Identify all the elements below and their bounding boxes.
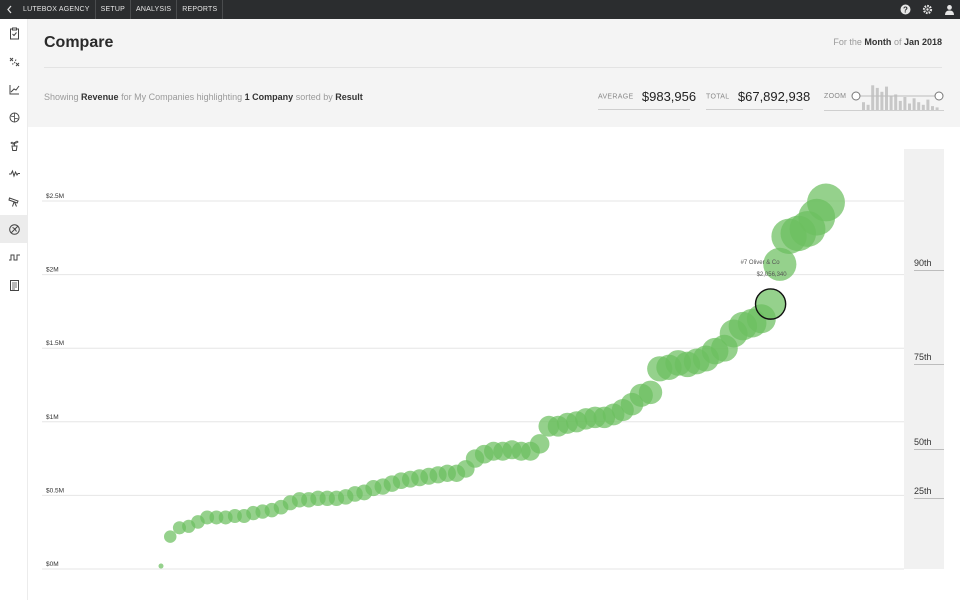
sort-selector[interactable]: Result	[335, 92, 363, 102]
company-bubble[interactable]	[638, 380, 663, 405]
report-icon[interactable]	[0, 271, 28, 299]
plant-pot-icon[interactable]	[0, 131, 28, 159]
help-icon[interactable]: ?	[894, 0, 916, 19]
total-label: TOTAL	[706, 93, 730, 101]
zoom-hist-bar	[862, 102, 865, 110]
for-text: for My Companies highlighting	[121, 92, 243, 102]
zoom-histogram	[851, 85, 944, 110]
zoom-control: ZOOM	[824, 81, 944, 111]
zoom-hist-bar	[903, 97, 907, 110]
tooltip-company-name: #7 Oliver & Co	[741, 260, 781, 266]
svg-text:?: ?	[903, 5, 908, 14]
zoom-hist-bar	[917, 102, 921, 110]
zoom-hist-bar	[931, 106, 934, 110]
percentile-label-50th: 50th	[914, 437, 944, 451]
showing-sentence: Showing Revenue for My Companies highlig…	[44, 92, 363, 102]
sidebar	[0, 19, 28, 600]
zoom-hist-bar	[880, 91, 884, 110]
total-stat: TOTAL $67,892,938	[706, 88, 810, 110]
nav-setup[interactable]: SETUP	[96, 0, 131, 19]
bubble-chart-svg: $0M $0.5M $1M $1.5M $2M $2.5M #7 Oliver & Co $2…	[42, 183, 904, 570]
total-value: $67,892,938	[737, 89, 811, 105]
period-unit[interactable]: Month	[864, 37, 891, 47]
zoom-hist-bar	[926, 99, 930, 110]
zoom-hist-bar	[889, 95, 893, 110]
clipboard-icon[interactable]	[0, 19, 28, 47]
brain-icon[interactable]	[0, 103, 28, 131]
period-selector: For the Month of Jan 2018	[833, 37, 942, 47]
header-panel: Compare For the Month of Jan 2018 Showin…	[28, 19, 960, 127]
y-tick-label: $0M	[46, 561, 59, 568]
showing-label: Showing	[44, 92, 79, 102]
compare-icon[interactable]	[0, 215, 28, 243]
company-bubble[interactable]	[807, 183, 845, 222]
wave-icon[interactable]	[0, 243, 28, 271]
average-label: AVERAGE	[598, 93, 634, 101]
user-icon[interactable]	[938, 0, 960, 19]
period-of: of	[893, 37, 902, 47]
y-tick-label: $0.5M	[46, 487, 64, 494]
sorted-text: sorted by	[295, 92, 333, 102]
zoom-hist-bar	[912, 98, 916, 110]
telescope-icon[interactable]	[0, 187, 28, 215]
plan-icon[interactable]	[0, 47, 28, 75]
zoom-hist-bar	[894, 94, 898, 110]
company-bubble[interactable]	[164, 530, 177, 543]
metric-selector[interactable]: Revenue	[81, 92, 119, 102]
compare-chart: $0M $0.5M $1M $1.5M $2M $2.5M #7 Oliver & Co $2…	[28, 127, 960, 600]
nav-agency[interactable]: LUTEBOX AGENCY	[18, 0, 96, 19]
company-bubble[interactable]	[529, 434, 550, 454]
y-tick-label: $2M	[46, 267, 59, 274]
tooltip-company-value: $2,056,340	[757, 272, 788, 278]
average-stat: AVERAGE $983,956	[598, 88, 696, 110]
percentile-label-75th: 75th	[914, 352, 944, 365]
zoom-handle-left[interactable]	[851, 91, 861, 101]
zoom-handle-right[interactable]	[934, 91, 944, 101]
zoom-hist-bar	[866, 104, 870, 110]
percentile-label-25th: 25th	[914, 486, 944, 499]
page-title: Compare	[44, 34, 114, 51]
zoom-hist-bar	[935, 107, 939, 110]
zoom-hist-bar	[885, 86, 888, 110]
period-prefix: For the	[833, 37, 862, 47]
y-tick-label: $1.5M	[46, 340, 64, 347]
back-chevron-icon[interactable]	[0, 0, 18, 19]
zoom-hist-bar	[898, 100, 902, 110]
nav-analysis[interactable]: ANALYSIS	[131, 0, 178, 19]
nav-reports[interactable]: REPORTS	[177, 0, 224, 19]
chart-line-icon[interactable]	[0, 75, 28, 103]
zoom-hist-bar	[875, 87, 879, 110]
zoom-hist-bar	[908, 103, 911, 110]
period-date[interactable]: Jan 2018	[904, 37, 942, 47]
gear-icon[interactable]	[916, 0, 938, 19]
highlight-selector[interactable]: 1 Company	[245, 92, 294, 102]
zoom-hist-bar	[871, 85, 875, 110]
company-bubble[interactable]	[158, 563, 164, 569]
y-tick-label: $2.5M	[46, 193, 64, 200]
top-bar: LUTEBOX AGENCY SETUP ANALYSIS REPORTS ?	[0, 0, 960, 19]
header-divider	[44, 67, 942, 68]
average-value: $983,956	[641, 89, 697, 105]
percentile-label-90th: 90th	[914, 258, 944, 271]
y-tick-label: $1M	[46, 414, 59, 421]
zoom-hist-bar	[921, 104, 925, 110]
pulse-icon[interactable]	[0, 159, 28, 187]
